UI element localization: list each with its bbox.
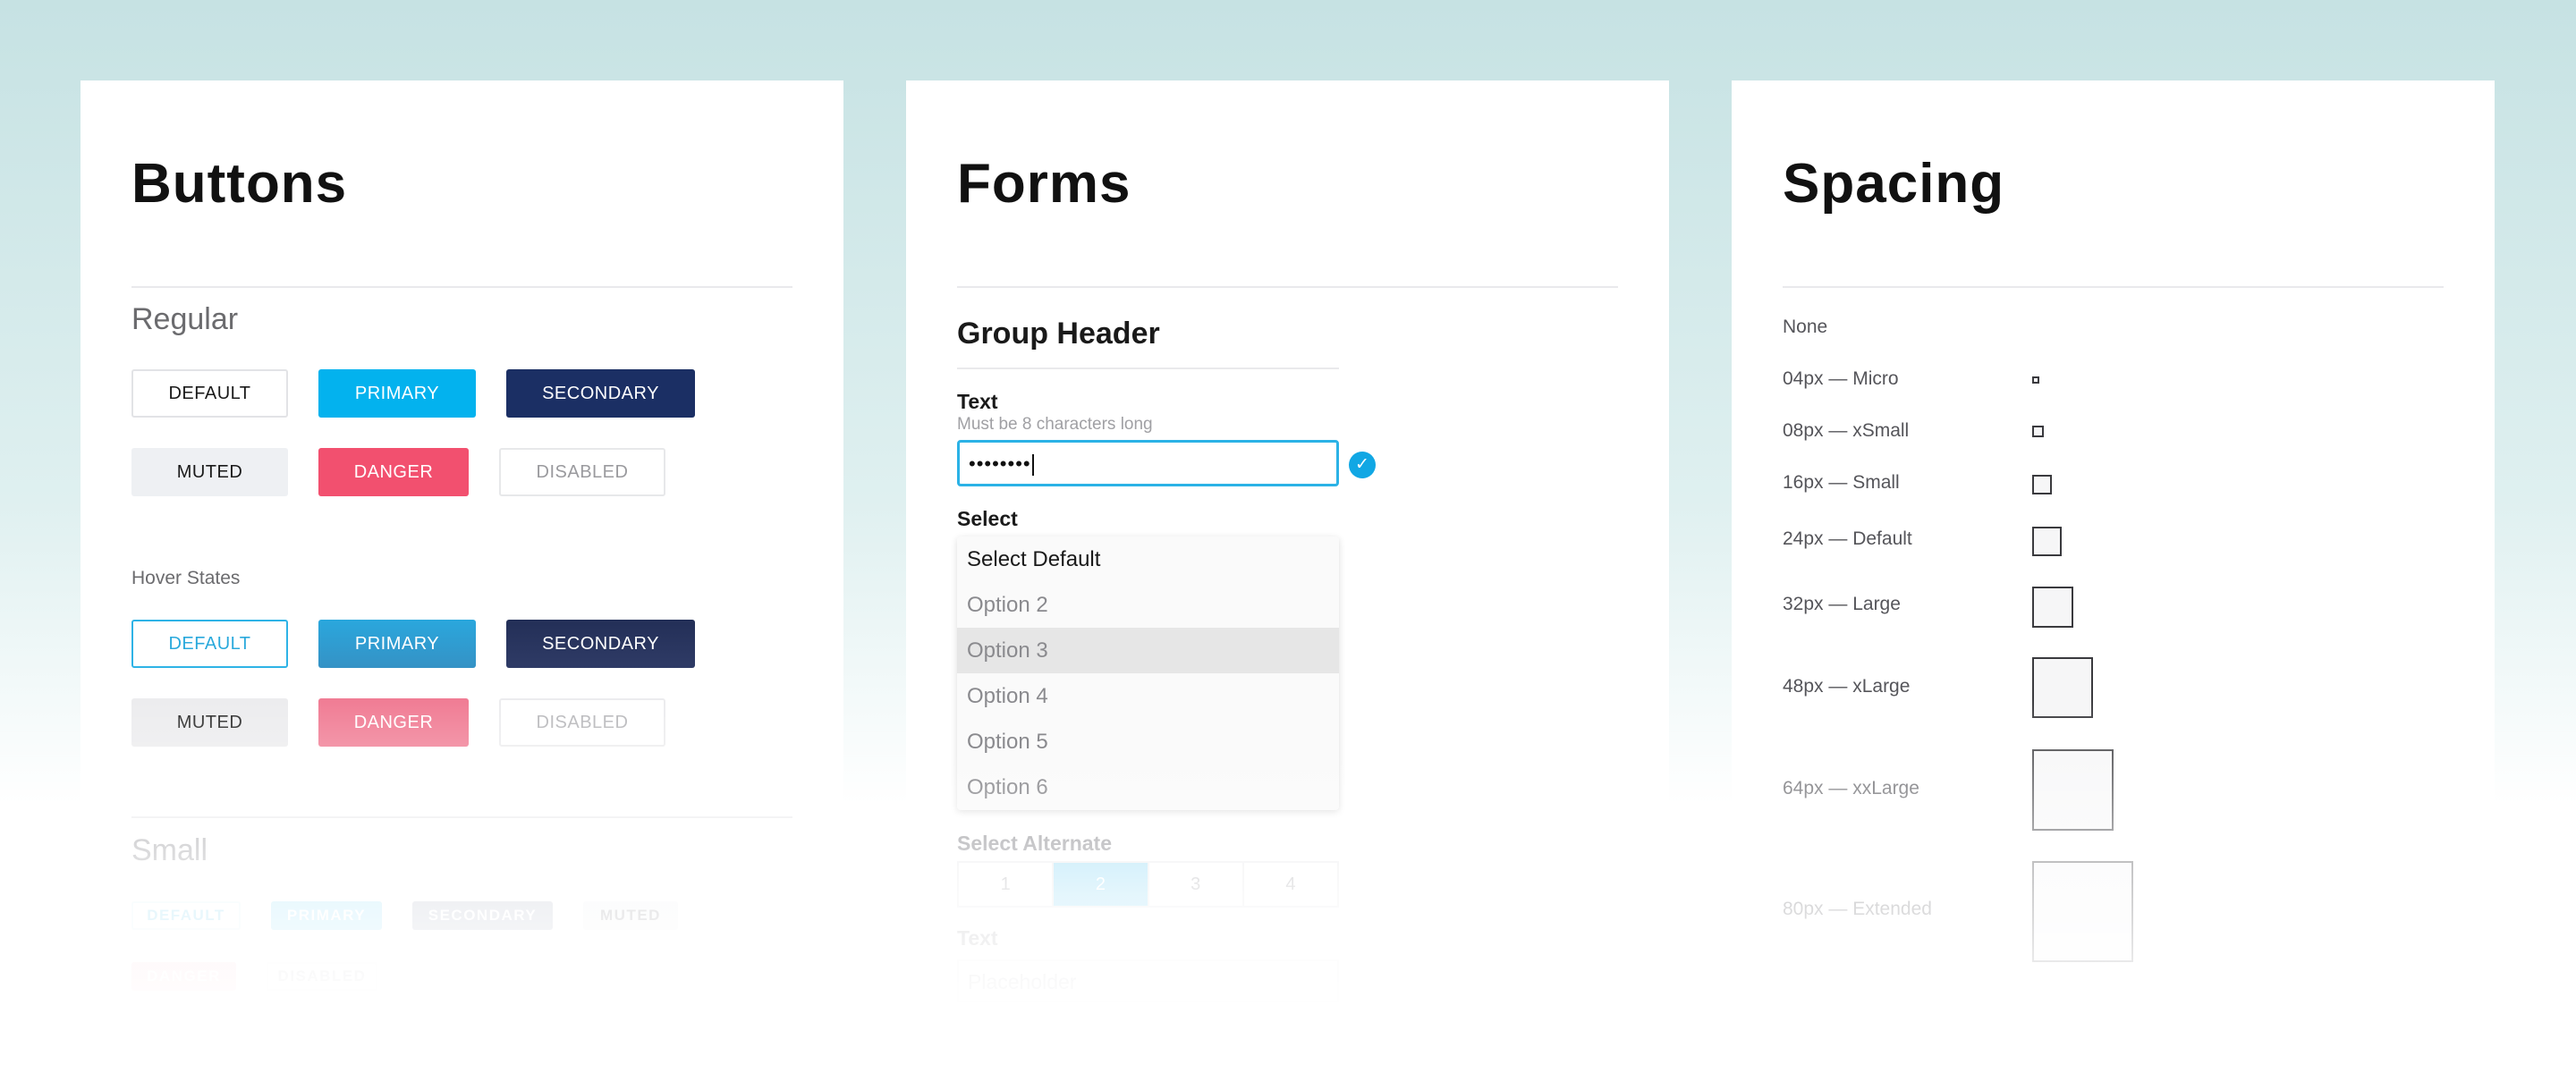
spacing-label-xxlarge: 64px — xxLarge [1783, 778, 1919, 798]
small-disabled-button: DISABLED [267, 962, 377, 991]
small-label: Small [131, 833, 208, 867]
spacing-swatch-xsmall [2032, 426, 2044, 437]
select-option[interactable]: Select Default [957, 536, 1339, 582]
select-dropdown[interactable]: Select Default Option 2 Option 3 Option … [957, 536, 1339, 810]
default-button[interactable]: DEFAULT [131, 369, 288, 418]
divider [131, 816, 792, 818]
danger-hover-button[interactable]: DANGER [318, 698, 469, 747]
select-option[interactable]: Option 5 [957, 719, 1339, 765]
segment-2-active[interactable]: 2 [1054, 863, 1149, 906]
spacing-swatch-small [2032, 475, 2052, 494]
spacing-label-small: 16px — Small [1783, 472, 1900, 493]
disabled-button: DISABLED [499, 448, 665, 496]
secondary-hover-button[interactable]: SECONDARY [506, 620, 695, 668]
danger-button[interactable]: DANGER [318, 448, 469, 496]
group-divider [957, 368, 1339, 369]
select-option-highlighted[interactable]: Option 3 [957, 628, 1339, 673]
spacing-swatch-large [2032, 587, 2073, 628]
primary-button[interactable]: PRIMARY [318, 369, 476, 418]
small-default-button[interactable]: DEFAULT [131, 901, 241, 930]
muted-hover-button[interactable]: MUTED [131, 698, 288, 747]
spacing-swatch-xxlarge [2032, 749, 2114, 831]
select-option[interactable]: Option 6 [957, 765, 1339, 810]
select-option[interactable]: Option 2 [957, 582, 1339, 628]
spacing-swatch-extended [2032, 861, 2133, 962]
small-primary-button[interactable]: PRIMARY [271, 901, 382, 930]
text2-label: Text [957, 926, 998, 950]
buttons-title: Buttons [131, 153, 348, 215]
segmented-control: 1 2 3 4 [957, 861, 1339, 908]
divider [131, 286, 792, 288]
divider [1783, 286, 2444, 288]
select-option[interactable]: Option 4 [957, 673, 1339, 719]
forms-title: Forms [957, 153, 1131, 215]
placeholder-input[interactable]: Placeholder [957, 959, 1339, 1002]
spacing-label-default: 24px — Default [1783, 528, 1912, 549]
spacing-label-large: 32px — Large [1783, 594, 1901, 614]
spacing-swatch-xlarge [2032, 657, 2093, 718]
forms-card: Forms Group Header Text Must be 8 charac… [906, 80, 1669, 1073]
divider [957, 286, 1618, 288]
spacing-swatch-micro [2032, 376, 2039, 384]
hover-states-label: Hover States [131, 568, 241, 588]
disabled-hover-button: DISABLED [499, 698, 665, 747]
small-danger-button[interactable]: DANGER [131, 962, 236, 991]
spacing-card: Spacing None 04px — Micro 08px — xSmall … [1732, 80, 2495, 1073]
group-header: Group Header [957, 317, 1160, 351]
spacing-swatch-default [2032, 527, 2062, 556]
spacing-label-none: None [1783, 317, 1828, 337]
text-area-label: Text Area [957, 1022, 1049, 1045]
segment-3[interactable]: 3 [1149, 863, 1244, 906]
fade-overlay [80, 697, 843, 1073]
segment-1[interactable]: 1 [959, 863, 1055, 906]
password-value: •••••••• [969, 452, 1031, 475]
text-caret [1031, 454, 1034, 477]
text-field-label: Text [957, 390, 998, 413]
password-input[interactable]: •••••••• [957, 440, 1339, 486]
buttons-card: Buttons Regular DEFAULT PRIMARY SECONDAR… [80, 80, 843, 1073]
regular-label: Regular [131, 302, 239, 336]
primary-hover-button[interactable]: PRIMARY [318, 620, 476, 668]
spacing-label-xlarge: 48px — xLarge [1783, 676, 1911, 697]
spacing-title: Spacing [1783, 153, 2005, 215]
segment-4[interactable]: 4 [1244, 863, 1337, 906]
select-label: Select [957, 507, 1018, 530]
check-circle-icon: ✓ [1349, 452, 1376, 478]
default-hover-button[interactable]: DEFAULT [131, 620, 288, 668]
muted-button[interactable]: MUTED [131, 448, 288, 496]
text-field-hint: Must be 8 characters long [957, 415, 1153, 434]
select-alternate-label: Select Alternate [957, 832, 1112, 855]
small-secondary-button[interactable]: SECONDARY [412, 901, 553, 930]
spacing-label-xsmall: 08px — xSmall [1783, 420, 1910, 441]
spacing-label-extended: 80px — Extended [1783, 899, 1932, 919]
secondary-button[interactable]: SECONDARY [506, 369, 695, 418]
spacing-label-micro: 04px — Micro [1783, 368, 1899, 389]
small-muted-button[interactable]: MUTED [583, 901, 678, 930]
